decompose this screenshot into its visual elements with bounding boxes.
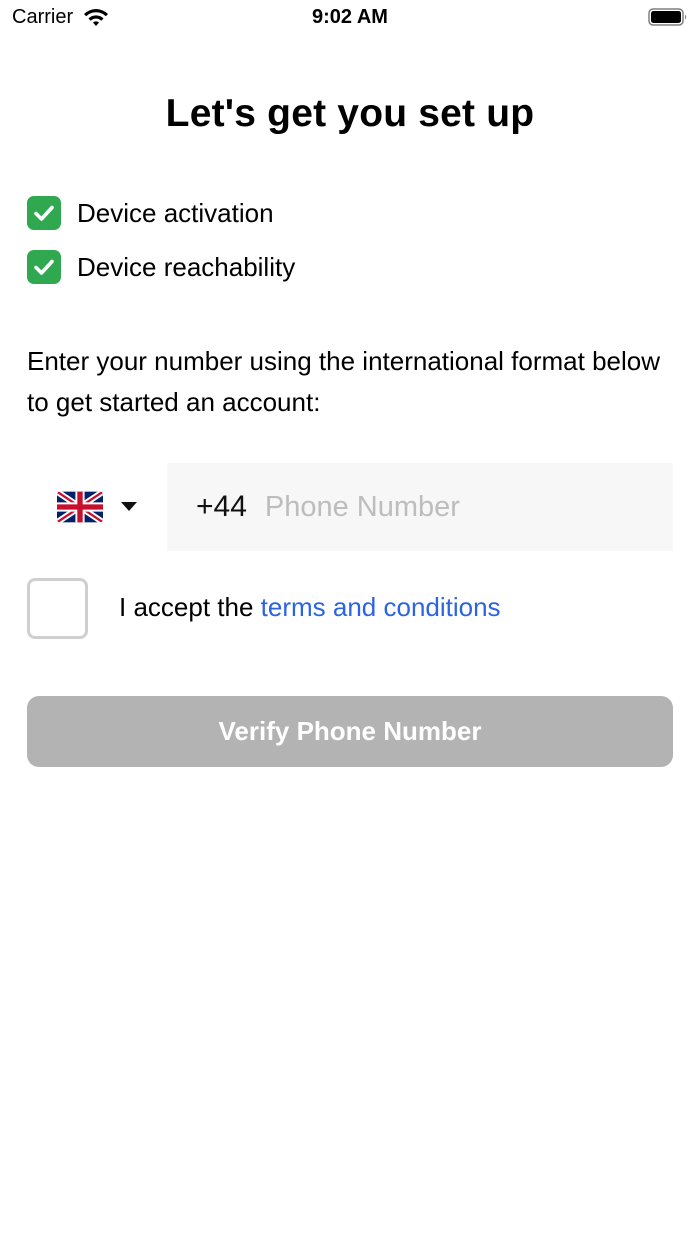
caret-down-icon (121, 502, 137, 511)
battery-icon (648, 8, 687, 26)
uk-flag-icon (57, 491, 103, 523)
checklist-item-device-reachability: Device reachability (27, 250, 295, 284)
checklist-item-device-activation: Device activation (27, 196, 274, 230)
checklist-item-label: Device activation (77, 197, 274, 228)
clock: 9:02 AM (312, 6, 388, 28)
terms-label: I accept the terms and conditions (119, 592, 501, 623)
phone-setup-screen: Carrier 9:02 AM Let's get you set up Dev… (0, 0, 700, 1244)
terms-checkbox[interactable] (27, 578, 88, 639)
dial-code: +44 (196, 490, 247, 523)
check-mark-icon (27, 196, 61, 230)
checklist-item-label: Device reachability (77, 251, 296, 282)
terms-and-conditions-link[interactable]: terms and conditions (261, 592, 501, 622)
phone-number-field[interactable]: +44 (167, 463, 673, 551)
status-bar: Carrier 9:02 AM (0, 0, 700, 36)
country-picker[interactable] (27, 464, 167, 550)
page-title: Let's get you set up (165, 92, 535, 135)
phone-number-input[interactable] (264, 490, 625, 524)
verify-phone-number-button[interactable]: Verify Phone Number (27, 696, 673, 767)
terms-prefix: I accept the (119, 592, 261, 622)
check-mark-icon (27, 250, 61, 284)
instructions-text: Enter your number using the internationa… (27, 346, 661, 417)
